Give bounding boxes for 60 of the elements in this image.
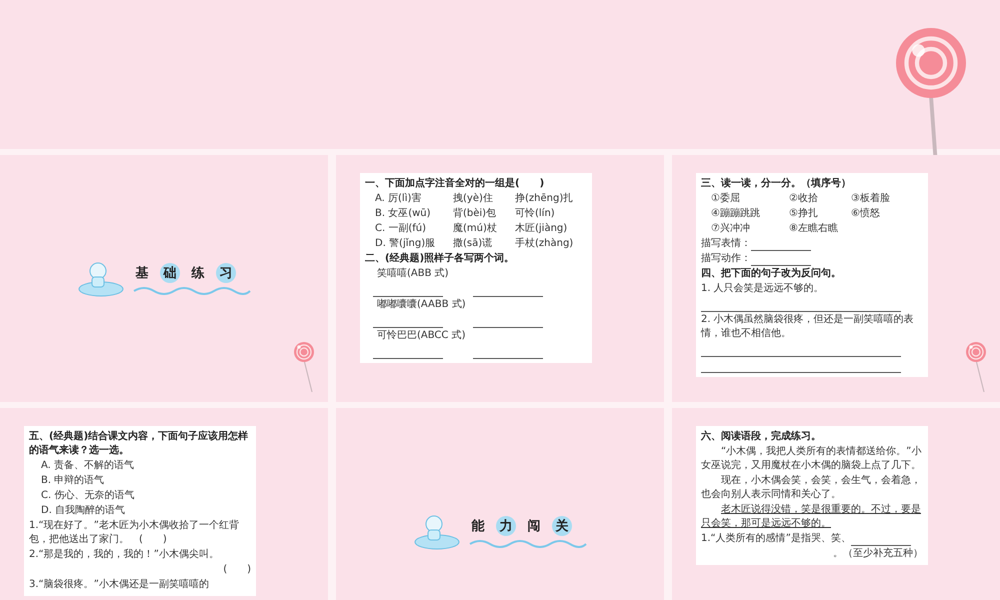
question-text: 2.“那是我的，我的，我的！”小木偶尖叫。 <box>29 548 220 562</box>
option-text: ③板着脸 <box>851 192 891 206</box>
item-text: A. 责备、不解的语气 <box>40 459 136 473</box>
question-text: 3.“脑袋很疼。”小木偶还是一副笑嘻嘻的 <box>29 578 210 592</box>
title-character: 闯 <box>526 518 542 536</box>
slide-thumbnail[interactable]: 三、读一读，分一分。（填序号） ①委屈 ②收拾 ③板着脸 ④蹦蹦跳跳 ⑤挣扎 ⑥愤怒 ⑦兴冲冲 ⑧左瞧右瞧 描写表情： 描写动作： 四、把下面的句子改为反问句。 1. 人只会笑是远远不够的。 2. 小木偶虽然脑袋很疼，但还是一副笑嘻嘻的表情，谁也不相信他。 <box>672 155 1000 402</box>
title-character: 关 <box>552 516 572 536</box>
question-text: 1.“现在好了。”老木匠为小木偶收拾了一个红背包，把他送出了家门。 ( ) <box>29 519 240 547</box>
title-character: 础 <box>160 262 180 282</box>
option-text: 可怜(lín) <box>515 207 556 221</box>
option-text: 背(bèi)包 <box>453 207 498 221</box>
item-text: 可怜巴巴(ABCC 式) <box>376 329 466 343</box>
item-text: B. 申辩的语气 <box>40 474 106 488</box>
slide-thumbnail[interactable]: 五、(经典题)结合课文内容，下面句子应该用怎样的语气来读？选一选。 A. 责备、不解的语气 B. 申辩的语气 C. 伤心、无奈的语气 D. 自我陶醉的语气 1.“现在好了。”老木匠为小木偶收拾了一个红背包，把他送出了家门。 ( ) 2.“那是我的，我的，我的！”小木偶尖叫。 ( ) 3.“脑袋很疼。”小木偶还是一副笑嘻嘻的 <box>0 408 328 600</box>
question-heading: 六、阅读语段，完成练习。 <box>701 430 822 444</box>
item-text: C. 伤心、无奈的语气 <box>40 489 136 503</box>
option-text: 拽(yè)住 <box>453 192 494 206</box>
prompt-text: 描写表情： <box>701 237 751 251</box>
item-text: 嘟嘟囔囔(AABB 式) <box>376 298 467 312</box>
option-text: ②收拾 <box>789 192 819 206</box>
option-text: ①委屈 <box>711 192 741 206</box>
slide-thumbnail[interactable]: 基 础 练 习 <box>0 155 328 402</box>
title-character: 基 <box>134 264 150 282</box>
question-heading: 三、读一读，分一分。（填序号） <box>701 177 852 191</box>
question-text: 2. 小木偶虽然脑袋很疼，但还是一副笑嘻嘻的表情，谁也不相信他。 <box>701 313 915 341</box>
slide-thumbnail[interactable]: 能 力 闯 关 <box>336 408 664 600</box>
question-heading: 二、(经典题)照样子各写两个词。 <box>365 252 516 266</box>
question-heading: 五、(经典题)结合课文内容，下面句子应该用怎样的语气来读？选一选。 <box>29 430 250 458</box>
title-character: 练 <box>190 264 206 282</box>
paragraph-text: 现在，小木偶会笑，会笑，会生气，会着急，也会向别人表示同情和关心了。 <box>701 474 922 502</box>
option-text: 挣(zhēng)扎 <box>515 192 574 206</box>
question-heading: 四、把下面的句子改为反问句。 <box>701 267 842 281</box>
option-text: B. 女巫(wū) <box>375 207 432 221</box>
question-text: 1. 人只会笑是远远不够的。 <box>701 282 825 296</box>
title-character: 习 <box>216 262 236 282</box>
title-character: 力 <box>496 516 516 536</box>
item-text: D. 自我陶醉的语气 <box>40 504 126 518</box>
option-text: D. 警(jǐng)服 <box>375 237 436 251</box>
title-character: 能 <box>470 518 486 536</box>
option-text: ④蹦蹦跳跳 <box>711 207 761 221</box>
option-text: ⑤挣扎 <box>789 207 819 221</box>
option-text: 木匠(jiàng) <box>515 222 568 236</box>
option-text: A. 厉(lì)害 <box>375 192 422 206</box>
option-text: 手杖(zhàng) <box>515 237 574 251</box>
answer-text: 。（至少补充五种） <box>832 547 923 561</box>
option-text: 撒(sā)谎 <box>453 237 494 251</box>
option-text: 魔(mú)杖 <box>453 222 498 236</box>
item-text: 笑嘻嘻(ABB 式) <box>376 267 450 281</box>
slide-thumbnail[interactable]: 一、下面加点字注音全对的一组是( ) A. 厉(lì)害 拽(yè)住 挣(zhēng)扎 B. 女巫(wū) 背(bèi)包 可怜(lín) C. 一副(fú) 魔(mú)杖 木匠(jiàng) D. 警(jǐng)服 撒(sā)谎 手杖(zhàng) 二、(经典题)照样子各写两个词。 笑嘻嘻(ABB 式) 嘟嘟囔囔(AABB 式) 可怜巴巴(ABCC 式) <box>336 155 664 402</box>
answer-text: ( ) <box>222 563 251 577</box>
option-text: C. 一副(fú) <box>375 222 428 236</box>
slide-thumbnail[interactable]: 六、阅读语段，完成练习。 “小木偶，我把人类所有的表情都送给你。”小女巫说完，又用魔杖在小木偶的脑袋上点了几下。 现在，小木偶会笑，会笑，会生气，会着急，也会向别人表示同情和关心了。 老木匠说得没错，笑是很重要的。不过，要是只会笑，那可是远远不够的。 1.“人类所有的感情”是指哭、笑、 。（至少补充五种） <box>672 408 1000 600</box>
underlined-paragraph: 老木匠说得没错，笑是很重要的。不过，要是只会笑，那可是远远不够的。 <box>701 503 922 531</box>
prompt-text: 描写动作： <box>701 252 751 266</box>
option-text: ⑦兴冲冲 <box>711 222 751 236</box>
prompt-text: 1.“人类所有的感情”是指哭、笑、 <box>701 532 851 546</box>
option-text: ⑧左瞧右瞧 <box>789 222 839 236</box>
question-heading: 一、下面加点字注音全对的一组是( ) <box>365 177 546 191</box>
option-text: ⑥愤怒 <box>851 207 881 221</box>
paragraph-text: “小木偶，我把人类所有的表情都送给你。”小女巫说完，又用魔杖在小木偶的脑袋上点了几下。 <box>701 445 922 473</box>
